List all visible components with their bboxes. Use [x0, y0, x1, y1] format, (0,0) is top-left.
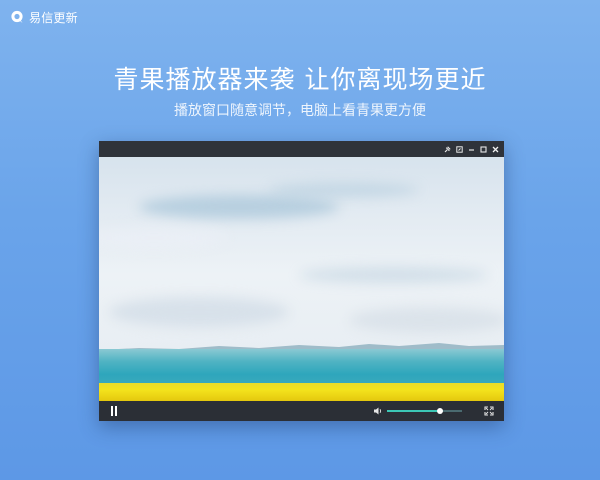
video-sky [99, 157, 504, 353]
app-header: 易信更新 [10, 8, 78, 26]
video-sea [99, 349, 504, 385]
restore-icon[interactable] [455, 145, 464, 154]
pin-icon[interactable] [443, 145, 452, 154]
pause-button[interactable] [110, 406, 118, 416]
pause-icon-bar [111, 406, 113, 416]
pause-icon-bar [115, 406, 117, 416]
page-subheadline: 播放窗口随意调节，电脑上看青果更方便 [174, 103, 426, 119]
volume-slider-fill [387, 410, 441, 412]
fullscreen-icon[interactable] [484, 406, 494, 416]
volume-slider[interactable] [387, 408, 462, 414]
close-icon[interactable] [491, 145, 500, 154]
video-frame[interactable] [99, 157, 504, 401]
player-title-bar[interactable] [99, 141, 504, 157]
player-control-bar [99, 401, 504, 421]
volume-slider-handle[interactable] [437, 408, 444, 414]
video-flower-field [99, 383, 504, 401]
page-headline: 青果播放器来袭 让你离现场更近 [113, 65, 487, 94]
minimize-icon[interactable] [467, 145, 476, 154]
video-player-window [99, 141, 504, 421]
app-title: 易信更新 [29, 10, 78, 25]
maximize-icon[interactable] [479, 145, 488, 154]
volume-icon[interactable] [373, 406, 383, 416]
yixin-logo-icon [11, 10, 23, 23]
